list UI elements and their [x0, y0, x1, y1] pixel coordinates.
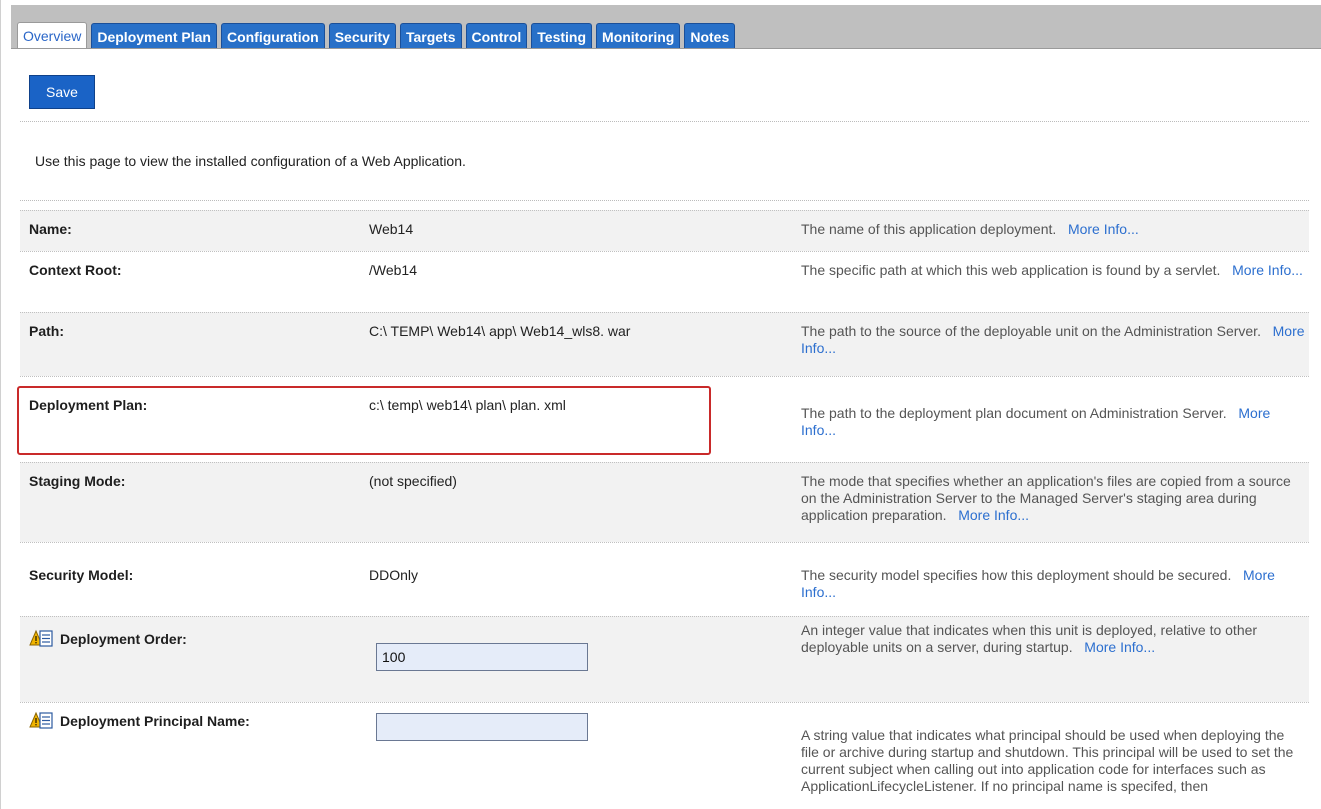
field-label-deployment-order: Deployment Order: — [60, 631, 187, 647]
restart-required-icon — [29, 711, 53, 729]
field-row-staging-mode: Staging Mode: (not specified) The mode t… — [20, 462, 1309, 542]
field-description-text: The mode that specifies whether an appli… — [801, 473, 1291, 523]
field-description-path: The path to the source of the deployable… — [801, 323, 1306, 357]
field-description-text: The path to the source of the deployable… — [801, 323, 1261, 339]
field-row-context-root: Context Root: /Web14 The specific path a… — [20, 251, 1309, 312]
more-info-link[interactable]: More Info... — [1068, 221, 1139, 237]
field-description-text: An integer value that indicates when thi… — [801, 622, 1258, 655]
tab-underline — [11, 48, 1321, 49]
more-info-link[interactable]: More Info... — [958, 507, 1029, 523]
field-row-deployment-order: Deployment Order: An integer value that … — [20, 616, 1309, 702]
tab-bar: Overview Deployment Plan Configuration S… — [11, 5, 1321, 49]
deployment-principal-name-input[interactable] — [376, 713, 588, 741]
field-row-deployment-plan: Deployment Plan: c:\ temp\ web14\ plan\ … — [20, 376, 1309, 462]
field-value-name: Web14 — [369, 221, 414, 237]
tab-configuration[interactable]: Configuration — [220, 23, 325, 49]
field-value-security-model: DDOnly — [369, 567, 419, 583]
field-description-text: The name of this application deployment. — [801, 221, 1057, 237]
field-label-deployment-plan: Deployment Plan: — [29, 397, 148, 413]
tab-monitoring[interactable]: Monitoring — [596, 23, 681, 49]
tab-security[interactable]: Security — [328, 23, 396, 49]
tab-control[interactable]: Control — [465, 23, 528, 49]
field-label-deployment-order-wrap: Deployment Order: — [29, 629, 187, 649]
deployment-order-input[interactable] — [376, 643, 588, 671]
tab-targets[interactable]: Targets — [399, 23, 462, 49]
save-button[interactable]: Save — [29, 75, 95, 109]
field-label-deployment-principal-name: Deployment Principal Name: — [60, 713, 250, 729]
toolbar-divider — [20, 121, 1309, 122]
field-row-security-model: Security Model: DDOnly The security mode… — [20, 542, 1309, 616]
field-label-context-root: Context Root: — [29, 262, 122, 278]
field-value-path: C:\ TEMP\ Web14\ app\ Web14_wls8. war — [369, 323, 631, 339]
table-top-divider — [20, 200, 1309, 201]
left-border — [0, 0, 1, 809]
field-description-name: The name of this application deployment.… — [801, 221, 1306, 238]
field-description-deployment-order: An integer value that indicates when thi… — [801, 622, 1306, 656]
field-description-text: The security model specifies how this de… — [801, 567, 1232, 583]
field-description-staging-mode: The mode that specifies whether an appli… — [801, 473, 1306, 524]
field-description-deployment-plan: The path to the deployment plan document… — [801, 405, 1306, 439]
more-info-link[interactable]: More Info... — [1084, 639, 1155, 655]
field-value-staging-mode: (not specified) — [369, 473, 457, 489]
field-row-deployment-principal-name: Deployment Principal Name: A string valu… — [20, 702, 1309, 809]
tab-overview[interactable]: Overview — [17, 22, 88, 49]
tab-testing[interactable]: Testing — [531, 23, 593, 49]
field-label-security-model: Security Model: — [29, 567, 134, 583]
field-label-name: Name: — [29, 221, 72, 237]
more-info-link[interactable]: More Info... — [1232, 262, 1303, 278]
field-row-path: Path: C:\ TEMP\ Web14\ app\ Web14_wls8. … — [20, 312, 1309, 376]
tab-deployment-plan[interactable]: Deployment Plan — [91, 23, 217, 49]
field-description-text: The path to the deployment plan document… — [801, 405, 1227, 421]
field-row-name: Name: Web14 The name of this application… — [20, 210, 1309, 251]
page-intro: Use this page to view the installed conf… — [35, 153, 466, 169]
field-label-path: Path: — [29, 323, 64, 339]
field-description-context-root: The specific path at which this web appl… — [801, 262, 1306, 279]
field-description-security-model: The security model specifies how this de… — [801, 567, 1306, 601]
field-description-text: The specific path at which this web appl… — [801, 262, 1221, 278]
field-value-deployment-plan: c:\ temp\ web14\ plan\ plan. xml — [369, 397, 566, 413]
restart-required-icon — [29, 629, 53, 647]
field-description-deployment-principal-name: A string value that indicates what princ… — [801, 727, 1294, 794]
tab-notes[interactable]: Notes — [684, 23, 736, 49]
field-value-context-root: /Web14 — [369, 262, 417, 278]
field-label-deployment-principal-name-wrap: Deployment Principal Name: — [29, 711, 250, 731]
field-label-staging-mode: Staging Mode: — [29, 473, 126, 489]
